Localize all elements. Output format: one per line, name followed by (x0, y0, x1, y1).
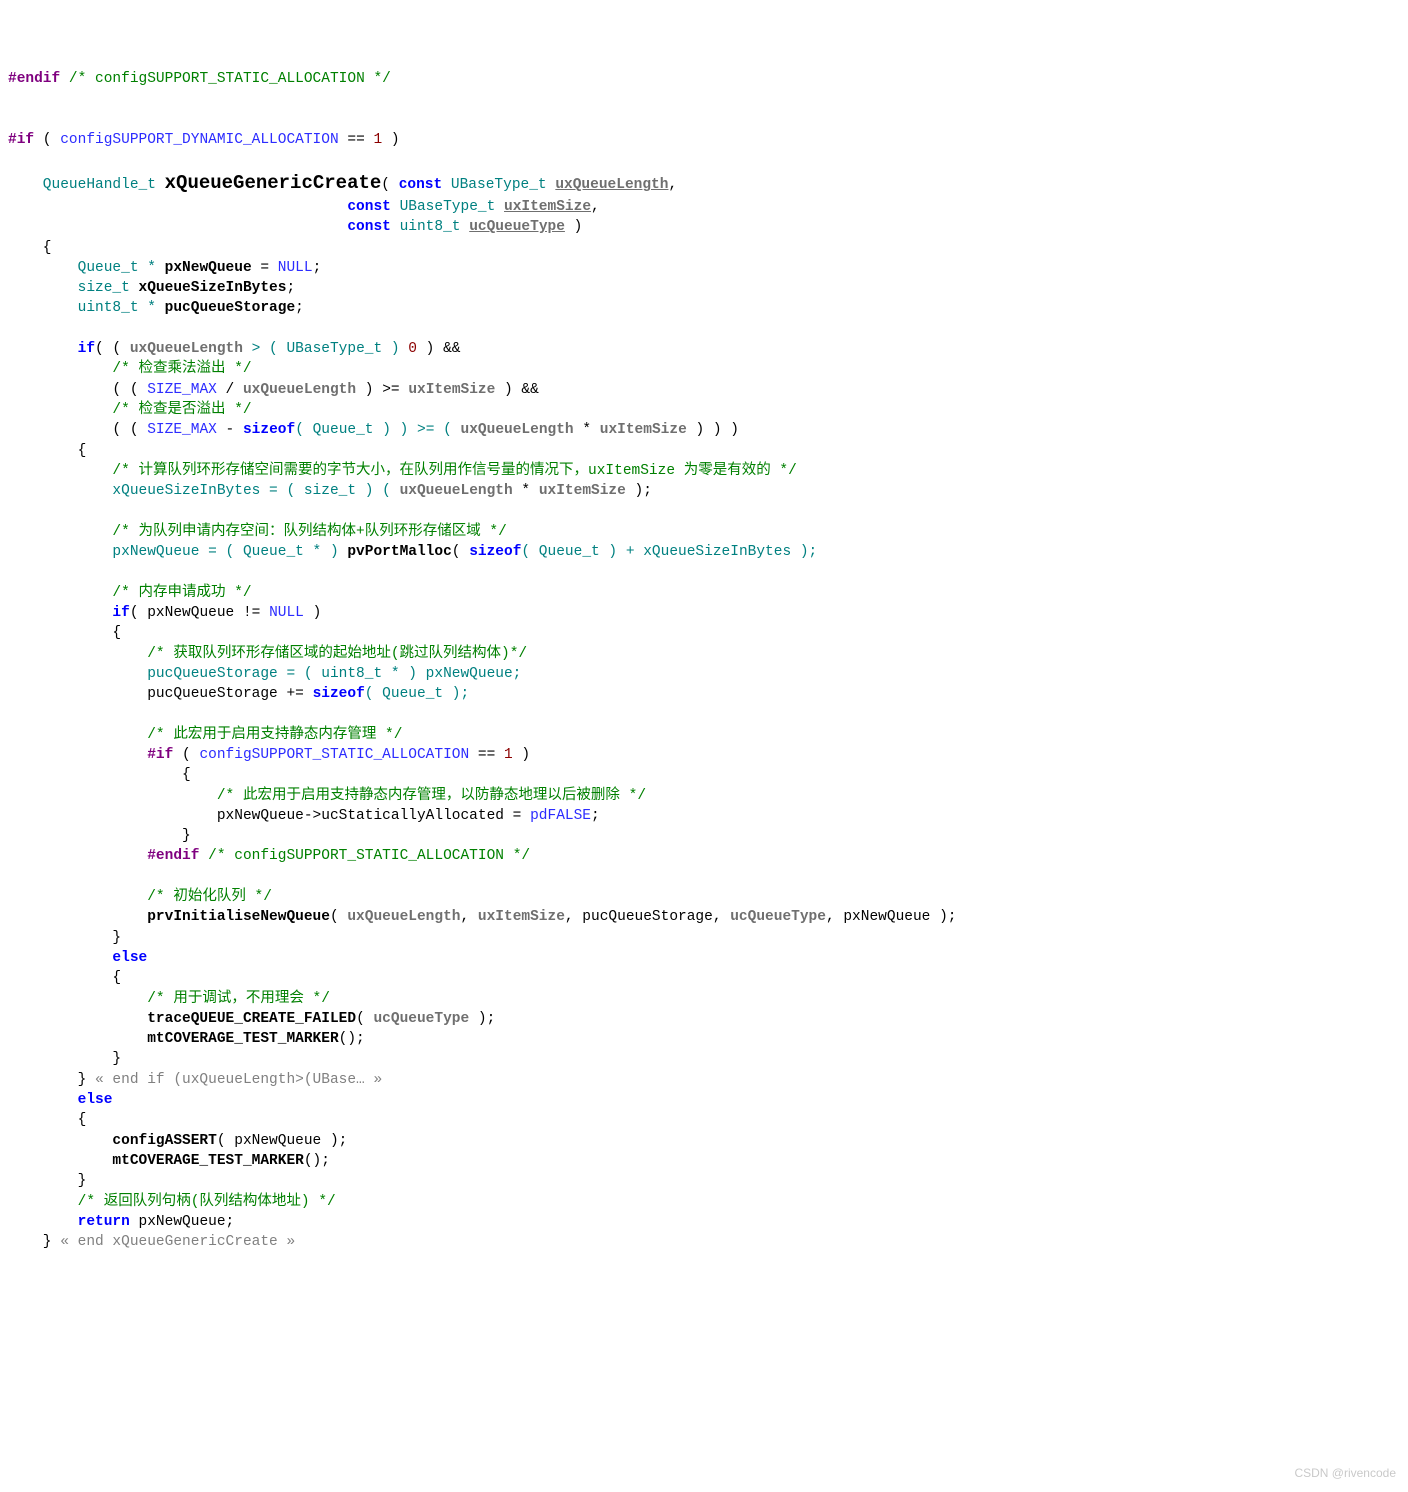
comment: /* 为队列申请内存空间：队列结构体+队列环形存储区域 */ (8, 524, 507, 540)
comment: /* 用于调试，不用理会 */ (8, 991, 330, 1007)
keyword-else: else (8, 950, 147, 966)
comment: /* 内存申请成功 */ (8, 585, 252, 601)
comment: /* 计算队列环形存储空间需要的字节大小，在队列用作信号量的情况下，uxItem… (8, 463, 797, 479)
comment: /* 返回队列句柄(队列结构体地址) */ (8, 1194, 336, 1210)
var-pucQueueStorage: pucQueueStorage (165, 300, 296, 316)
directive-if: #if (8, 132, 34, 148)
directive-endif: #endif (8, 848, 199, 864)
fold-hint: « end if (uxQueueLength>(UBase… » (95, 1072, 382, 1088)
fn-prvInitialiseNewQueue: prvInitialiseNewQueue (8, 909, 330, 925)
fold-hint: « end xQueueGenericCreate » (60, 1234, 295, 1250)
var-pxNewQueue: pxNewQueue (165, 260, 252, 276)
param-ucQueueType: ucQueueType (469, 219, 565, 235)
code-block: #endif /* configSUPPORT_STATIC_ALLOCATIO… (8, 69, 1400, 1253)
return-type: QueueHandle_t (8, 177, 165, 193)
comment: /* configSUPPORT_STATIC_ALLOCATION */ (60, 71, 391, 87)
keyword-if: if (8, 605, 130, 621)
keyword-if: if (8, 341, 95, 357)
comment: /* 获取队列环形存储区域的起始地址(跳过队列结构体)*/ (8, 646, 527, 662)
comment: /* 初始化队列 */ (8, 889, 272, 905)
function-name: xQueueGenericCreate (165, 172, 382, 194)
fn-configASSERT: configASSERT (8, 1133, 217, 1149)
keyword-else: else (8, 1092, 112, 1108)
macro: configSUPPORT_DYNAMIC_ALLOCATION (60, 132, 338, 148)
comment: /* 此宏用于启用支持静态内存管理，以防静态地理以后被删除 */ (8, 788, 646, 804)
keyword-return: return (8, 1214, 130, 1230)
directive-if: #if (8, 747, 173, 763)
comment: /* 此宏用于启用支持静态内存管理 */ (8, 727, 402, 743)
param-uxQueueLength: uxQueueLength (555, 177, 668, 193)
fn-mtCOVERAGE_TEST_MARKER: mtCOVERAGE_TEST_MARKER (8, 1031, 339, 1047)
comment: /* 检查是否溢出 */ (8, 402, 252, 418)
comment: /* 检查乘法溢出 */ (8, 361, 252, 377)
fn-pvPortMalloc: pvPortMalloc (347, 544, 451, 560)
fn-traceQUEUE_CREATE_FAILED: traceQUEUE_CREATE_FAILED (8, 1011, 356, 1027)
directive-endif: #endif (8, 71, 60, 87)
watermark: CSDN @rivencode (1294, 1465, 1396, 1482)
fn-mtCOVERAGE_TEST_MARKER: mtCOVERAGE_TEST_MARKER (8, 1153, 304, 1169)
param-uxItemSize: uxItemSize (504, 199, 591, 215)
var-xQueueSizeInBytes: xQueueSizeInBytes (139, 280, 287, 296)
